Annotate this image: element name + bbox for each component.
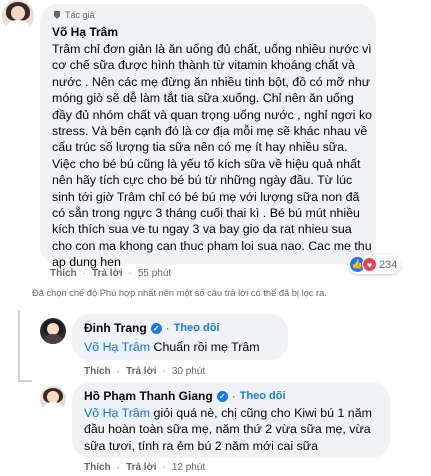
reply-button[interactable]: Trả lời xyxy=(126,462,156,473)
reply-text: Võ Hạ Trâm Chuẩn rồi mẹ Trâm xyxy=(84,339,284,355)
author-badge-label: Tác giả xyxy=(65,10,95,20)
separator-dot: · xyxy=(162,366,166,377)
separator-dot: · xyxy=(128,268,132,279)
thread-line xyxy=(18,380,32,382)
reply-button[interactable]: Trả lời xyxy=(92,268,122,279)
reply-name-row: Hồ Phạm Thanh Giang ✓ · Theo dõi xyxy=(84,389,286,403)
comment-time[interactable]: 12 phút xyxy=(172,462,205,473)
verified-icon: ✓ xyxy=(216,390,228,402)
avatar[interactable] xyxy=(40,386,66,412)
separator-dot: · xyxy=(231,389,236,403)
filter-note: Đã chọn chế độ Phù hợp nhất nên một số c… xyxy=(32,288,327,298)
reply-author[interactable]: Đinh Trang xyxy=(84,321,147,335)
verified-icon: ✓ xyxy=(150,322,162,334)
comment-time[interactable]: 30 phút xyxy=(172,366,205,377)
separator-dot: · xyxy=(116,366,121,377)
main-comment-name-row: Võ Hạ Trâm xyxy=(52,25,118,39)
reaction-count: 234 xyxy=(379,258,398,271)
reply-text-body: Chuẩn rồi mẹ Trâm xyxy=(150,340,260,354)
reply-text: Võ Hạ Trâm giỏi quá nè, chị cũng cho Kiw… xyxy=(84,405,386,454)
main-comment-actions: Thích · Trả lời · 55 phút xyxy=(50,268,171,279)
avatar-face xyxy=(47,390,59,403)
mention-tag[interactable]: Võ Hạ Trâm xyxy=(84,406,151,420)
author-badge: Tác giả xyxy=(52,10,95,20)
like-button[interactable]: Thích xyxy=(84,366,111,377)
reply-actions: Thích · Trả lời · 30 phút xyxy=(84,366,205,377)
thread-line xyxy=(18,310,20,380)
reply-actions: Thích · Trả lời · 12 phút xyxy=(84,462,205,473)
avatar[interactable] xyxy=(40,318,66,344)
like-button[interactable]: Thích xyxy=(84,462,111,473)
like-button[interactable]: Thích xyxy=(50,268,77,279)
reply-button[interactable]: Trả lời xyxy=(126,366,156,377)
follow-button[interactable]: Theo dõi xyxy=(240,390,286,402)
avatar-body xyxy=(42,402,64,412)
main-comment-text: Trâm chỉ đơn giản là ăn uống đủ chất, uố… xyxy=(52,42,373,270)
follow-button[interactable]: Theo dõi xyxy=(174,322,220,334)
main-comment-author[interactable]: Võ Hạ Trâm xyxy=(52,25,118,39)
avatar-body xyxy=(42,334,64,344)
avatar-face xyxy=(47,322,59,335)
reply-name-row: Đinh Trang ✓ · Theo dõi xyxy=(84,321,220,335)
comment-time[interactable]: 55 phút xyxy=(138,268,171,279)
mention-tag[interactable]: Võ Hạ Trâm xyxy=(84,340,151,354)
reaction-summary[interactable]: 👍 ♥ 234 xyxy=(348,255,402,274)
separator-dot: · xyxy=(165,321,170,335)
love-reaction-icon: ♥ xyxy=(362,257,377,272)
reply-author[interactable]: Hồ Phạm Thanh Giang xyxy=(84,389,213,403)
separator-dot: · xyxy=(116,462,121,473)
separator-dot: · xyxy=(82,268,87,279)
avatar[interactable] xyxy=(2,0,34,32)
avatar-body xyxy=(5,19,31,32)
separator-dot: · xyxy=(162,462,166,473)
author-badge-icon xyxy=(54,11,60,19)
